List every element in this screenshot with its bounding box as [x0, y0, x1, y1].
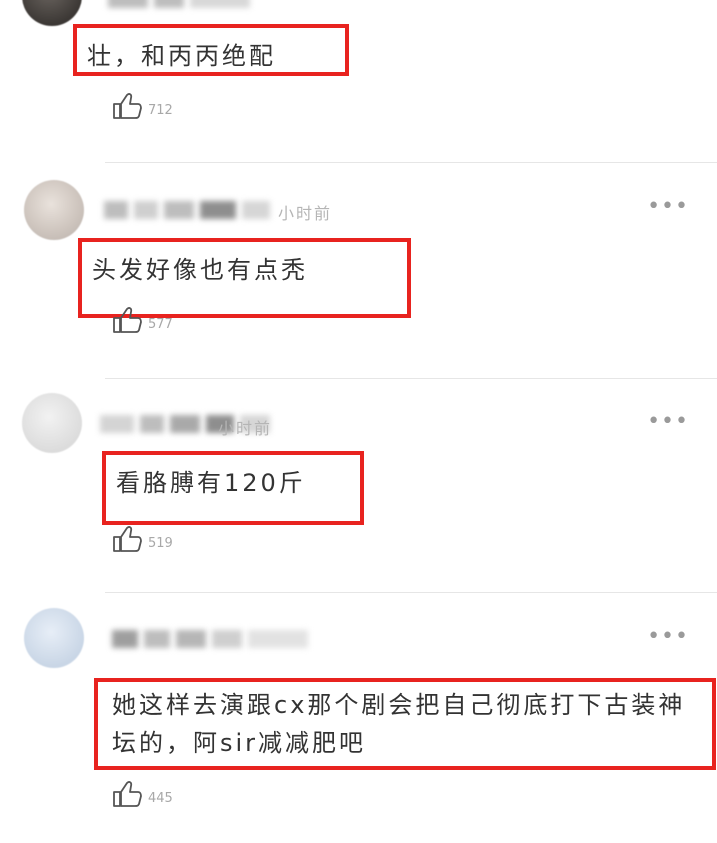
username-blurred[interactable] [104, 199, 270, 221]
avatar[interactable] [22, 0, 82, 26]
thumbs-up-icon [113, 93, 142, 119]
like-button[interactable]: 519 [112, 525, 173, 553]
comment-text-box: 看胳膊有120斤 [102, 451, 364, 525]
comment-text-box: 壮，和丙丙绝配 [73, 24, 349, 76]
comment-text: 她这样去演跟cx那个剧会把自己彻底打下古装神坛的，阿sir减减肥吧 [112, 691, 686, 757]
like-button[interactable]: 712 [112, 92, 173, 120]
avatar[interactable] [22, 393, 82, 453]
comment-time: 小时前 [218, 419, 273, 438]
avatar[interactable] [24, 608, 84, 668]
comment-text-box: 她这样去演跟cx那个剧会把自己彻底打下古装神坛的，阿sir减减肥吧 [94, 678, 716, 770]
more-dots-icon[interactable]: ••• [647, 194, 689, 219]
username-blurred[interactable] [112, 628, 308, 650]
comment-time: 小时前 [278, 204, 333, 223]
avatar[interactable] [24, 180, 84, 240]
divider [105, 592, 717, 593]
comment-item-2: 小时前 ••• 头发好像也有点秃 577 [0, 170, 717, 380]
divider [105, 378, 717, 379]
more-dots-icon[interactable]: ••• [647, 624, 689, 649]
like-count: 519 [148, 536, 173, 551]
comment-item-3: 小时前 ••• 看胳膊有120斤 519 [0, 385, 717, 595]
like-count: 577 [148, 317, 173, 332]
thumbs-up-icon [113, 526, 142, 552]
like-button[interactable]: 445 [112, 780, 173, 808]
comment-item-1: 壮，和丙丙绝配 712 [0, 0, 717, 160]
like-count: 445 [148, 791, 173, 806]
like-button[interactable]: 577 [112, 306, 173, 334]
comment-text: 头发好像也有点秃 [92, 256, 308, 284]
thumbs-up-icon [113, 781, 142, 807]
comment-text: 壮，和丙丙绝配 [87, 42, 276, 70]
thumbs-up-icon [113, 307, 142, 333]
more-dots-icon[interactable]: ••• [647, 409, 689, 434]
comment-item-4: ••• 她这样去演跟cx那个剧会把自己彻底打下古装神坛的，阿sir减减肥吧 44… [0, 600, 717, 843]
username-blurred[interactable] [108, 0, 250, 10]
comment-text: 看胳膊有120斤 [116, 469, 306, 497]
divider [105, 162, 717, 163]
like-count: 712 [148, 103, 173, 118]
